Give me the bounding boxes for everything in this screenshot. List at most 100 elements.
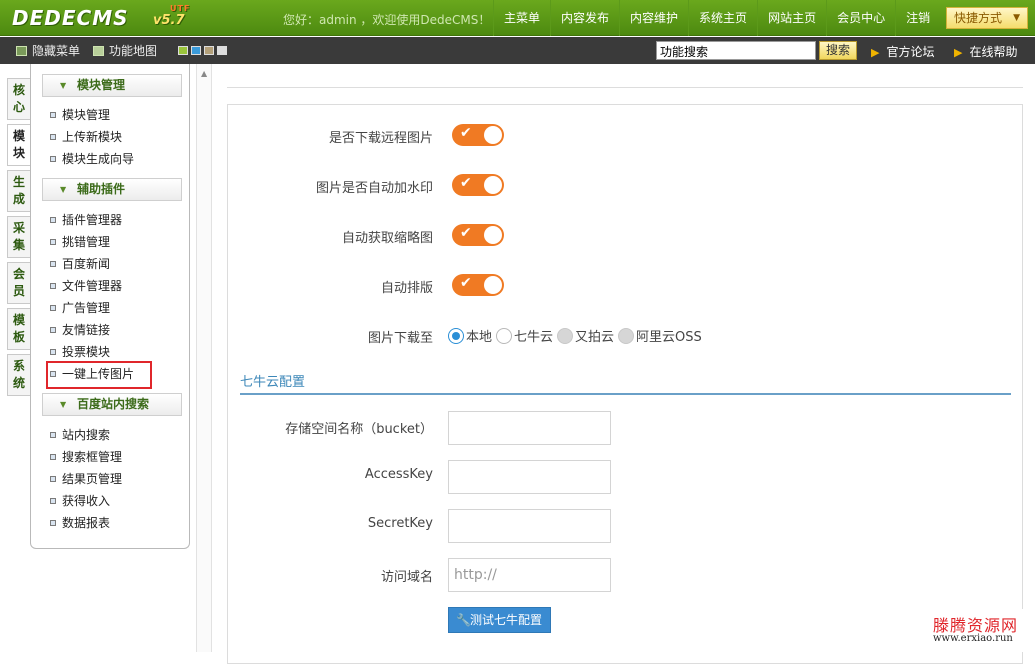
bullet-icon [50,327,56,333]
sidebar-item-file-manager[interactable]: 文件管理器 [50,278,122,294]
radio-qiniu[interactable]: 七牛云 [496,326,553,345]
bullet-icon [50,454,56,460]
sidebar-item-searchbox-manage[interactable]: 搜索框管理 [50,449,122,465]
feature-map-label: 功能地图 [109,44,158,58]
toggle-knob [484,226,502,244]
feature-map-button[interactable]: 功能地图 [93,42,157,59]
radio-local[interactable]: 本地 [448,326,492,345]
bullet-icon [50,217,56,223]
sidebar-item-site-search[interactable]: 站内搜索 [50,427,110,443]
skin-green-swatch[interactable] [178,46,188,55]
radio-circle[interactable] [448,327,464,344]
group-header-module-manage[interactable]: ▼ 模块管理 [42,74,182,97]
nav-system-home[interactable]: 系统主页 [688,0,757,36]
logo-text: DEDECMS [12,6,129,30]
sidebar-item-label: 投票模块 [62,345,111,359]
watermark-toggle[interactable]: ✔ [452,174,504,196]
bolt-icon: ▶ [871,46,880,59]
vtab-template[interactable]: 模板 [7,308,31,350]
sidebar-item-label: 获得收入 [62,494,111,508]
bullet-icon [50,498,56,504]
radio-upyun: 又拍云 [557,326,614,345]
skin-brown-swatch[interactable] [204,46,214,55]
watermark: 滕腾资源网 www.erxiao.run [917,609,1035,652]
official-forum-link[interactable]: ▶ 官方论坛 [871,43,934,60]
triangle-down-icon: ▼ [60,81,67,90]
sidebar-item-label: 站内搜索 [62,428,111,442]
sidebar-item-income[interactable]: 获得收入 [50,493,110,509]
radio-label: 又拍云 [575,330,615,345]
section-divider [240,393,1011,395]
vtab-member[interactable]: 会员 [7,262,31,304]
quick-menu-dropdown[interactable]: 快捷方式 ▼ [946,7,1028,29]
greeting-text: 您好：admin ，欢迎使用DedeCMS！ [283,13,491,27]
watermark-url: www.erxiao.run [933,633,1013,644]
accesskey-input[interactable] [448,460,611,494]
test-qiniu-label: 测试七牛配置 [470,613,543,627]
bucket-label: 存储空间名称（bucket） [285,422,433,437]
sidebar-item-friend-links[interactable]: 友情链接 [50,322,110,338]
frame-scrollbar[interactable]: ▲ [196,64,212,652]
sidebar-item-label: 上传新模块 [62,130,123,144]
logo-charset: UTF [170,4,191,13]
accesskey-label: AccessKey [364,467,433,482]
group-header-baidu-search[interactable]: ▼ 百度站内搜索 [42,393,182,416]
nav-content-publish[interactable]: 内容发布 [550,0,619,36]
skin-gray-swatch[interactable] [217,46,227,55]
group-header-plugins[interactable]: ▼ 辅助插件 [42,178,182,201]
sidebar-item-label: 模块生成向导 [62,152,135,166]
sidebar-item-upload-module[interactable]: 上传新模块 [50,129,122,145]
bullet-icon [50,349,56,355]
nav-site-home[interactable]: 网站主页 [757,0,826,36]
sidebar-item-label: 挑错管理 [62,235,111,249]
bullet-icon [50,261,56,267]
feature-search-input[interactable]: 功能搜索 [656,41,816,60]
sidebar-item-error-report[interactable]: 挑错管理 [50,234,110,250]
sidebar-item-label: 文件管理器 [62,279,123,293]
dedecms-logo[interactable]: DEDECMS v5.7 UTF [12,4,189,32]
download-remote-toggle[interactable]: ✔ [452,124,504,146]
sidebar-item-label: 广告管理 [62,301,111,315]
secretkey-input[interactable] [448,509,611,543]
auto-thumbnail-toggle[interactable]: ✔ [452,224,504,246]
check-icon: ✔ [460,175,472,191]
online-help-link[interactable]: ▶ 在线帮助 [954,43,1017,60]
sidebar-item-baidu-news[interactable]: 百度新闻 [50,256,110,272]
vtab-core[interactable]: 核心 [7,78,31,120]
download-remote-label: 是否下载远程图片 [328,131,433,146]
nav-member-center[interactable]: 会员中心 [826,0,895,36]
nav-main-menu[interactable]: 主菜单 [493,0,550,36]
domain-input[interactable]: http:// [448,558,611,592]
vtab-collect[interactable]: 采集 [7,216,31,258]
auto-layout-toggle[interactable]: ✔ [452,274,504,296]
logo-version: v5.7 [153,13,185,28]
nav-logout[interactable]: 注销 [895,0,940,36]
nav-content-maintain[interactable]: 内容维护 [619,0,688,36]
sidebar-item-label: 插件管理器 [62,213,123,227]
group-title: 百度站内搜索 [77,397,150,411]
sidebar-item-data-report[interactable]: 数据报表 [50,515,110,531]
online-help-label: 在线帮助 [969,45,1018,59]
radio-circle[interactable] [496,327,513,344]
sidebar-item-result-page[interactable]: 结果页管理 [50,471,122,487]
check-icon: ✔ [460,225,472,241]
scroll-up-icon[interactable]: ▲ [201,69,207,78]
sidebar-item-module-wizard[interactable]: 模块生成向导 [50,151,134,167]
sidebar-item-plugin-manager[interactable]: 插件管理器 [50,212,122,228]
sidebar-item-label: 数据报表 [62,516,111,530]
sidebar-item-vote[interactable]: 投票模块 [50,344,110,360]
auto-thumbnail-label: 自动获取缩略图 [341,231,433,246]
skin-blue-swatch[interactable] [191,46,201,55]
vtab-module[interactable]: 模块 [7,124,31,166]
sidebar-item-module-manage[interactable]: 模块管理 [50,107,110,123]
triangle-down-icon: ▼ [60,185,67,194]
test-qiniu-button[interactable]: 🔧 测试七牛配置 [448,607,551,633]
vtab-system[interactable]: 系统 [7,354,31,396]
bucket-input[interactable] [448,411,611,445]
sidebar-item-ads[interactable]: 广告管理 [50,300,110,316]
hide-menu-button[interactable]: 隐藏菜单 [16,42,80,59]
group-title: 模块管理 [77,78,126,92]
feature-search-button[interactable]: 搜索 [819,41,857,60]
chevron-down-icon: ▼ [1013,13,1020,23]
vtab-generate[interactable]: 生成 [7,170,31,212]
